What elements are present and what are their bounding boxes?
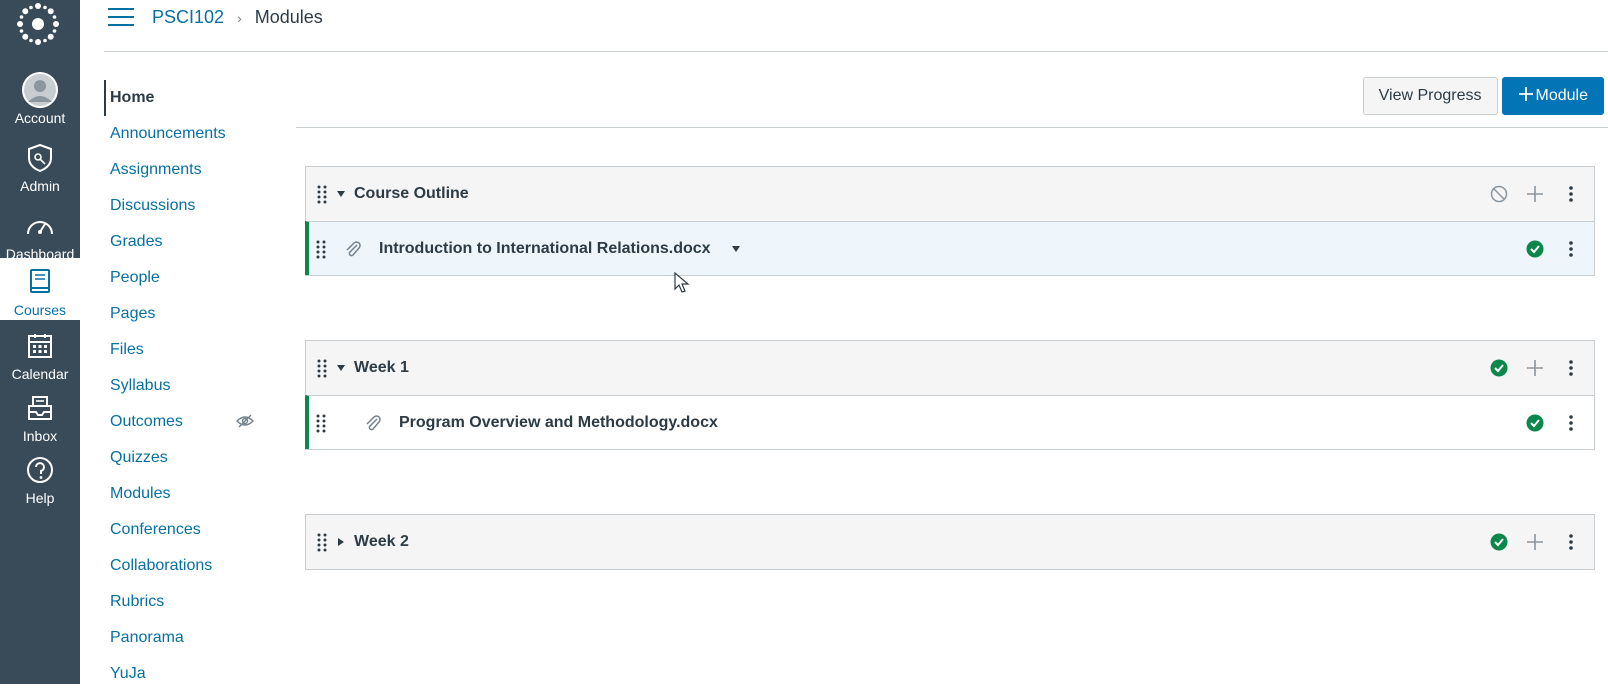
nav-courses[interactable]: Courses xyxy=(0,258,80,320)
add-item-plus-icon[interactable] xyxy=(1522,355,1548,381)
published-check-icon[interactable] xyxy=(1486,355,1512,381)
module-actions xyxy=(1486,515,1584,569)
plus-icon xyxy=(1518,85,1534,108)
module-item-actions xyxy=(1522,222,1584,275)
course-nav-panorama[interactable]: Panorama xyxy=(104,620,264,656)
drag-handle-icon[interactable] xyxy=(315,413,327,433)
course-nav-assignments[interactable]: Assignments xyxy=(104,152,264,188)
module-title: Week 1 xyxy=(354,359,409,376)
add-item-plus-icon[interactable] xyxy=(1522,181,1548,207)
expand-caret-right-icon[interactable] xyxy=(336,537,346,547)
module-header[interactable]: Course Outline xyxy=(306,167,1594,221)
nav-calendar[interactable]: Calendar xyxy=(0,328,80,390)
help-icon xyxy=(22,452,58,488)
breadcrumb-course-link[interactable]: PSCI102 xyxy=(152,7,224,27)
module-week-1: Week 1 Program Overview and Methodology.… xyxy=(305,340,1595,450)
drag-handle-icon[interactable] xyxy=(316,184,328,204)
course-nav-discussions[interactable]: Discussions xyxy=(104,188,264,224)
kebab-menu-icon[interactable] xyxy=(1558,410,1584,436)
course-nav-rubrics[interactable]: Rubrics xyxy=(104,584,264,620)
published-check-icon[interactable] xyxy=(1522,236,1548,262)
module-item-actions xyxy=(1522,396,1584,449)
breadcrumb-current: Modules xyxy=(254,7,323,27)
unpublished-status-icon[interactable] xyxy=(1486,181,1512,207)
course-nav-pages[interactable]: Pages xyxy=(104,296,264,332)
course-nav-home[interactable]: Home xyxy=(104,80,264,116)
course-menu-toggle-button[interactable] xyxy=(108,8,134,28)
canvas-logo-icon[interactable] xyxy=(16,2,60,46)
module-title: Course Outline xyxy=(354,185,469,202)
collapse-caret-down-icon[interactable] xyxy=(336,189,346,199)
global-nav: Account Admin Dashboard Courses Calendar… xyxy=(0,0,80,684)
module-title: Week 2 xyxy=(354,533,409,550)
published-check-icon[interactable] xyxy=(1522,410,1548,436)
published-check-icon[interactable] xyxy=(1486,529,1512,555)
toolbar-divider xyxy=(296,127,1608,128)
nav-label: Inbox xyxy=(22,428,58,444)
inbox-icon xyxy=(22,390,58,426)
course-nav-yuja[interactable]: YuJa xyxy=(104,656,264,692)
add-module-label: Module xyxy=(1535,87,1588,104)
course-nav-grades[interactable]: Grades xyxy=(104,224,264,260)
module-week-2: Week 2 xyxy=(305,514,1595,570)
calendar-icon xyxy=(22,328,58,364)
breadcrumb: PSCI102 › Modules xyxy=(152,7,323,28)
admin-shield-icon xyxy=(22,140,58,176)
nav-label: Courses xyxy=(13,302,67,318)
drag-handle-icon[interactable] xyxy=(316,358,328,378)
module-item-title[interactable]: Introduction to International Relations.… xyxy=(379,240,711,258)
module-actions xyxy=(1486,341,1584,395)
nav-admin[interactable]: Admin xyxy=(0,140,80,202)
module-item[interactable]: Program Overview and Methodology.docx xyxy=(305,395,1594,449)
course-nav-announcements[interactable]: Announcements xyxy=(104,116,264,152)
drag-handle-icon[interactable] xyxy=(316,532,328,552)
course-nav: Home Announcements Assignments Discussio… xyxy=(104,80,264,692)
kebab-menu-icon[interactable] xyxy=(1558,181,1584,207)
mouse-pointer-icon xyxy=(674,272,690,293)
module-header[interactable]: Week 1 xyxy=(306,341,1594,395)
breadcrumb-separator: › xyxy=(237,10,242,26)
module-course-outline: Course Outline Introduction to Internati… xyxy=(305,166,1595,276)
course-nav-collaborations[interactable]: Collaborations xyxy=(104,548,264,584)
course-nav-modules[interactable]: Modules xyxy=(104,476,264,512)
kebab-menu-icon[interactable] xyxy=(1558,236,1584,262)
course-nav-conferences[interactable]: Conferences xyxy=(104,512,264,548)
course-nav-syllabus[interactable]: Syllabus xyxy=(104,368,264,404)
view-progress-button[interactable]: View Progress xyxy=(1362,77,1498,115)
nav-help[interactable]: Help xyxy=(0,452,80,514)
eye-hidden-icon xyxy=(236,413,254,434)
collapse-caret-down-icon[interactable] xyxy=(336,363,346,373)
modules-toolbar: View Progress Module xyxy=(1362,77,1604,115)
account-avatar-icon xyxy=(22,72,58,108)
nav-label: Help xyxy=(25,490,55,506)
add-item-plus-icon[interactable] xyxy=(1522,529,1548,555)
kebab-menu-icon[interactable] xyxy=(1558,355,1584,381)
nav-inbox[interactable]: Inbox xyxy=(0,390,80,452)
nav-label: Admin xyxy=(20,178,60,194)
nav-account[interactable]: Account xyxy=(0,72,80,134)
course-nav-outcomes[interactable]: Outcomes xyxy=(104,404,264,440)
attachment-paperclip-icon xyxy=(343,239,363,259)
course-nav-label: Outcomes xyxy=(110,413,183,430)
header-divider xyxy=(104,51,1608,52)
module-actions xyxy=(1486,167,1584,221)
item-dropdown-caret-icon[interactable] xyxy=(731,244,741,254)
dashboard-gauge-icon xyxy=(22,208,58,244)
courses-book-icon xyxy=(22,264,58,300)
module-header[interactable]: Week 2 xyxy=(306,515,1594,569)
kebab-menu-icon[interactable] xyxy=(1558,529,1584,555)
module-item[interactable]: Introduction to International Relations.… xyxy=(305,221,1594,275)
nav-label: Account xyxy=(14,110,66,126)
course-nav-people[interactable]: People xyxy=(104,260,264,296)
add-module-button[interactable]: Module xyxy=(1501,77,1604,115)
drag-handle-icon[interactable] xyxy=(315,239,327,259)
course-nav-quizzes[interactable]: Quizzes xyxy=(104,440,264,476)
course-nav-files[interactable]: Files xyxy=(104,332,264,368)
attachment-paperclip-icon xyxy=(363,413,383,433)
nav-label: Calendar xyxy=(11,366,69,382)
module-item-title[interactable]: Program Overview and Methodology.docx xyxy=(399,414,718,432)
